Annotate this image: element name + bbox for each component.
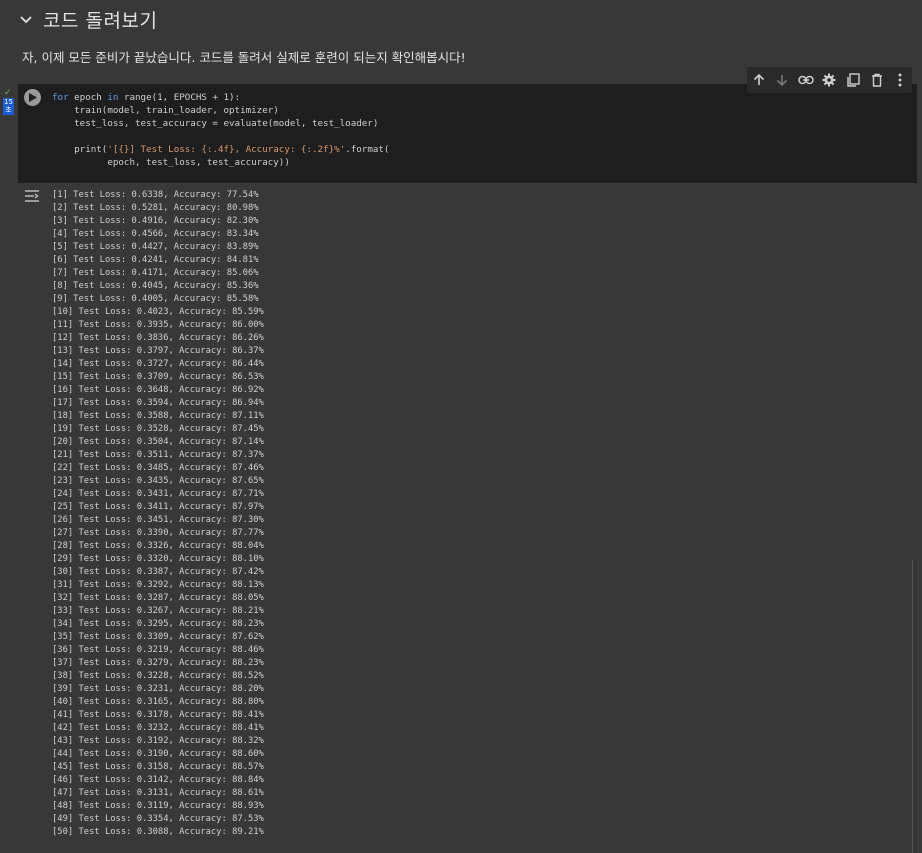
output-line: [42] Test Loss: 0.3232, Accuracy: 88.41% [52,723,264,733]
more-vert-icon [898,73,902,87]
code-line: test_loss, test_accuracy = evaluate(mode… [52,118,379,129]
output-line: [4] Test Loss: 0.4566, Accuracy: 83.34% [52,229,259,239]
output-line: [29] Test Loss: 0.3320, Accuracy: 88.10% [52,554,264,564]
delete-cell-button[interactable] [869,72,885,88]
output-line: [43] Test Loss: 0.3192, Accuracy: 88.32% [52,736,264,746]
output-line: [34] Test Loss: 0.3295, Accuracy: 88.23% [52,619,264,629]
output-line: [25] Test Loss: 0.3411, Accuracy: 87.97% [52,502,264,512]
settings-button[interactable] [821,72,837,88]
output-line: [3] Test Loss: 0.4916, Accuracy: 82.30% [52,216,259,226]
output-line: [35] Test Loss: 0.3309, Accuracy: 87.62% [52,632,264,642]
execution-unit: 초 [5,106,12,114]
output-line: [5] Test Loss: 0.4427, Accuracy: 83.89% [52,242,259,252]
code-line: epoch, test_loss, test_accuracy)) [52,157,290,168]
output-line: [6] Test Loss: 0.4241, Accuracy: 84.81% [52,255,259,265]
chevron-down-icon[interactable] [18,11,34,27]
output-line: [16] Test Loss: 0.3648, Accuracy: 86.92% [52,385,264,395]
output-line: [36] Test Loss: 0.3219, Accuracy: 88.46% [52,645,264,655]
output-line: [40] Test Loss: 0.3165, Accuracy: 88.80% [52,697,264,707]
code-editor[interactable]: for epoch in range(1, EPOCHS + 1): train… [52,91,389,169]
output-line: [1] Test Loss: 0.6338, Accuracy: 77.54% [52,190,259,200]
play-icon [29,93,37,102]
output-line: [30] Test Loss: 0.3387, Accuracy: 87.42% [52,567,264,577]
cell-toolbar [747,67,912,93]
mirror-cell-icon [846,73,860,87]
output-line: [11] Test Loss: 0.3935, Accuracy: 86.00% [52,320,264,330]
code-line: train(model, train_loader, optimizer) [52,105,279,116]
cell-output: [1] Test Loss: 0.6338, Accuracy: 77.54% … [52,189,264,839]
output-line: [20] Test Loss: 0.3504, Accuracy: 87.14% [52,437,264,447]
output-line: [50] Test Loss: 0.3088, Accuracy: 89.21% [52,827,264,837]
link-icon [798,75,814,85]
copy-link-button[interactable] [798,72,814,88]
mirror-cell-button[interactable] [845,72,861,88]
scrollbar-track[interactable] [912,560,913,853]
code-text: .format( [345,144,390,155]
code-text: range(1, EPOCHS + 1): [118,92,241,103]
output-line: [18] Test Loss: 0.3588, Accuracy: 87.11% [52,411,264,421]
output-line: [41] Test Loss: 0.3178, Accuracy: 88.41% [52,710,264,720]
output-line: [15] Test Loss: 0.3709, Accuracy: 86.53% [52,372,264,382]
output-line: [32] Test Loss: 0.3287, Accuracy: 88.05% [52,593,264,603]
output-line: [22] Test Loss: 0.3485, Accuracy: 87.46% [52,463,264,473]
execution-status-check-icon: ✓ [4,88,12,98]
more-actions-button[interactable] [892,72,908,88]
code-text: print( [52,144,108,155]
trash-icon [871,73,882,87]
output-line: [47] Test Loss: 0.3131, Accuracy: 88.61% [52,788,264,798]
section-header[interactable]: 코드 돌려보기 [0,0,910,38]
arrow-up-icon [753,73,764,85]
run-cell-button[interactable] [24,89,41,106]
output-line: [38] Test Loss: 0.3228, Accuracy: 88.52% [52,671,264,681]
output-line: [7] Test Loss: 0.4171, Accuracy: 85.06% [52,268,259,278]
output-line: [21] Test Loss: 0.3511, Accuracy: 87.37% [52,450,264,460]
output-line: [10] Test Loss: 0.4023, Accuracy: 85.59% [52,307,264,317]
intro-text: 자, 이제 모든 준비가 끝났습니다. 코드를 돌려서 실제로 훈련이 되는지 … [22,50,466,65]
output-line: [14] Test Loss: 0.3727, Accuracy: 86.44% [52,359,264,369]
code-keyword: in [107,92,119,103]
output-line: [19] Test Loss: 0.3528, Accuracy: 87.45% [52,424,264,434]
output-actions-icon[interactable] [24,189,40,203]
output-line: [13] Test Loss: 0.3797, Accuracy: 86.37% [52,346,264,356]
output-line: [28] Test Loss: 0.3326, Accuracy: 88.04% [52,541,264,551]
output-line: [26] Test Loss: 0.3451, Accuracy: 87.30% [52,515,264,525]
output-line: [44] Test Loss: 0.3190, Accuracy: 88.60% [52,749,264,759]
output-line: [39] Test Loss: 0.3231, Accuracy: 88.20% [52,684,264,694]
output-line: [8] Test Loss: 0.4045, Accuracy: 85.36% [52,281,259,291]
output-line: [33] Test Loss: 0.3267, Accuracy: 88.21% [52,606,264,616]
move-down-button[interactable] [774,72,790,88]
output-line: [49] Test Loss: 0.3354, Accuracy: 87.53% [52,814,264,824]
output-line: [46] Test Loss: 0.3142, Accuracy: 88.84% [52,775,264,785]
output-line: [27] Test Loss: 0.3390, Accuracy: 87.77% [52,528,264,538]
output-line: [37] Test Loss: 0.3279, Accuracy: 88.23% [52,658,264,668]
gear-icon [822,73,836,87]
output-line: [17] Test Loss: 0.3594, Accuracy: 86.94% [52,398,264,408]
output-line: [45] Test Loss: 0.3158, Accuracy: 88.57% [52,762,264,772]
execution-count-badge: 15 초 [3,98,14,115]
output-line: [31] Test Loss: 0.3292, Accuracy: 88.13% [52,580,264,590]
code-keyword: for [52,92,69,103]
output-line: [48] Test Loss: 0.3119, Accuracy: 88.93% [52,801,264,811]
execution-count: 15 [4,98,13,106]
section-title: 코드 돌려보기 [43,10,158,32]
output-line: [24] Test Loss: 0.3431, Accuracy: 87.71% [52,489,264,499]
output-line: [23] Test Loss: 0.3435, Accuracy: 87.65% [52,476,264,486]
output-line: [2] Test Loss: 0.5281, Accuracy: 80.98% [52,203,259,213]
code-string: '[{}] Test Loss: {:.4f}, Accuracy: {:.2f… [107,144,346,155]
arrow-down-icon [777,75,788,87]
output-line: [12] Test Loss: 0.3836, Accuracy: 86.26% [52,333,264,343]
output-line: [9] Test Loss: 0.4005, Accuracy: 85.58% [52,294,259,304]
move-up-button[interactable] [751,72,767,88]
code-text: epoch [68,92,108,103]
